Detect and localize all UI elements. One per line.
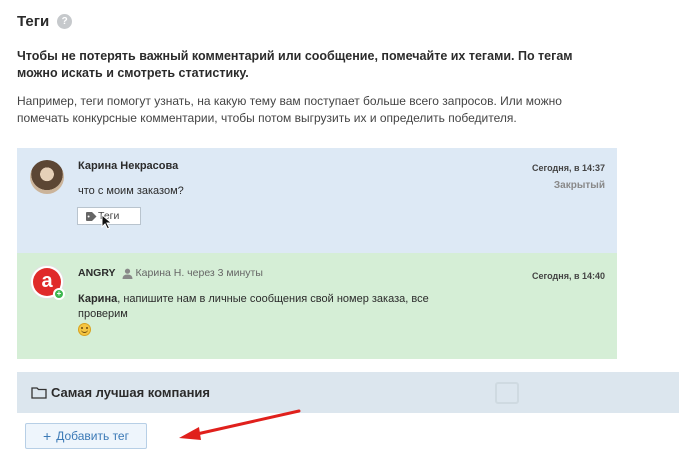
folder-icon (31, 386, 47, 399)
customer-author-name: Карина Некрасова (78, 160, 179, 172)
reply-body: , напишите нам в личные сообщения свой н… (78, 293, 429, 320)
question-circle-icon[interactable]: ? (57, 14, 73, 29)
online-status-icon: + (53, 288, 65, 300)
tag-icon (86, 211, 97, 221)
watermark-logo (495, 382, 527, 404)
user-icon (122, 268, 133, 279)
company-title: Самая лучшая компания (31, 385, 210, 400)
smile-icon (78, 323, 91, 336)
brand-avatar: a + (30, 265, 65, 300)
customer-message-time: Сегодня, в 14:37 (532, 163, 605, 173)
status-badge: Закрытый (553, 180, 605, 191)
reply-mention: Карина (78, 293, 118, 305)
reply-operator-meta: Карина Н. через 3 минуты (135, 267, 263, 279)
plus-icon: + (43, 428, 52, 444)
customer-message-text: что с моим заказом? (78, 185, 184, 197)
add-tag-label: Добавить тег (56, 429, 129, 443)
customer-avatar (30, 160, 64, 194)
company-header: Самая лучшая компания (17, 372, 679, 413)
reply-message: a + ANGRY Карина Н. через 3 минуты Сегод… (17, 253, 617, 359)
page-title: Теги (17, 13, 50, 30)
title-row: Теги ? (17, 13, 73, 30)
add-tag-button[interactable]: + Добавить тег (25, 423, 147, 449)
red-arrow-icon (179, 409, 301, 440)
intro-lead-text: Чтобы не потерять важный комментарий или… (17, 49, 573, 80)
mouse-cursor-icon (101, 214, 113, 230)
customer-message: Карина Некрасова Сегодня, в 14:37 Закрыт… (17, 148, 617, 253)
watermark-icon (495, 382, 519, 404)
intro-description-text: Например, теги помогут узнать, на какую … (17, 94, 562, 125)
company-name: Самая лучшая компания (51, 385, 211, 400)
reply-message-text: Карина, напишите нам в личные сообщения … (78, 292, 458, 341)
reply-header: ANGRY Карина Н. через 3 минуты (78, 267, 263, 279)
reply-message-time: Сегодня, в 14:40 (532, 271, 605, 281)
reply-author-name: ANGRY (78, 267, 116, 279)
